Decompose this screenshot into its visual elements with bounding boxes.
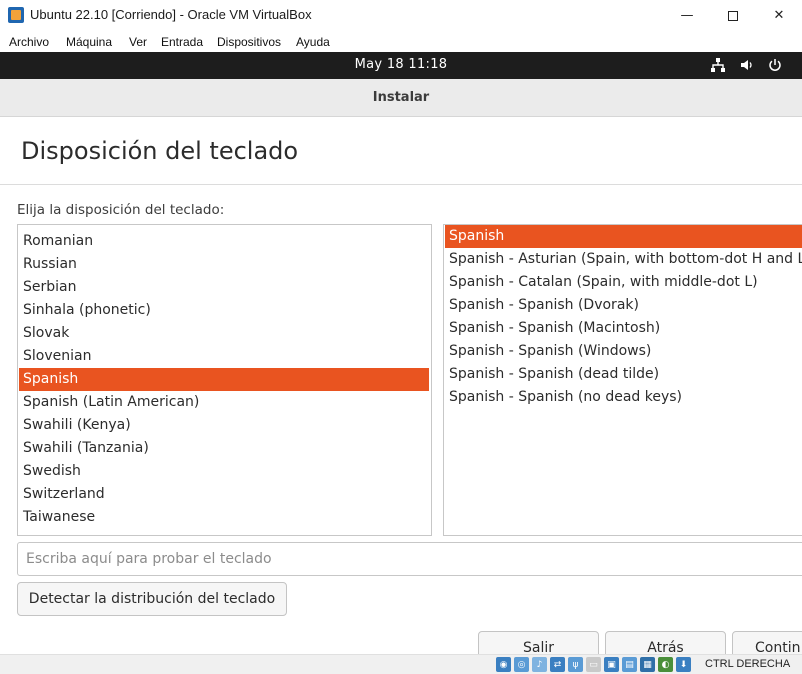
page-title: Disposición del teclado — [21, 137, 299, 165]
vt-x-icon[interactable]: ◐ — [658, 657, 673, 672]
variant-item[interactable]: Spanish - Spanish (Dvorak) — [445, 294, 802, 317]
maximize-icon — [728, 10, 738, 21]
keyboard-test-input[interactable] — [17, 542, 802, 576]
menu-bar: Archivo Máquina Ver Entrada Dispositivos… — [0, 31, 802, 52]
minimize-icon: — — [680, 8, 694, 23]
menu-archivo[interactable]: Archivo — [9, 35, 49, 49]
variant-item[interactable]: Spanish - Spanish (Macintosh) — [445, 317, 802, 340]
network-adapter-icon[interactable]: ⇄ — [550, 657, 565, 672]
close-button[interactable]: ✕ — [756, 0, 802, 31]
usb-icon[interactable]: ψ — [568, 657, 583, 672]
menu-ayuda[interactable]: Ayuda — [296, 35, 330, 49]
close-icon: ✕ — [773, 8, 785, 23]
host-key-label: CTRL DERECHA — [705, 658, 791, 670]
keyboard-variant-list[interactable]: Spanish Spanish - Asturian (Spain, with … — [443, 224, 802, 536]
volume-icon[interactable] — [739, 57, 755, 73]
layout-item[interactable]: Taiwanese — [19, 506, 429, 529]
optical-drive-icon[interactable]: ◎ — [514, 657, 529, 672]
layout-item[interactable]: Serbian — [19, 276, 429, 299]
menu-ver[interactable]: Ver — [129, 35, 147, 49]
variant-item-selected[interactable]: Spanish — [445, 225, 802, 248]
layout-item[interactable]: Russian — [19, 253, 429, 276]
layout-item[interactable]: Slovak — [19, 322, 429, 345]
variant-item[interactable]: Spanish - Spanish (Windows) — [445, 340, 802, 363]
maximize-button[interactable] — [710, 0, 756, 31]
cpu-icon[interactable]: ▦ — [640, 657, 655, 672]
menu-maquina[interactable]: Máquina — [66, 35, 112, 49]
virtualbox-status-bar: ◉ ◎ ♪ ⇄ ψ ▭ ▣ ▤ ▦ ◐ ⬇ CTRL DERECHA — [0, 654, 802, 674]
layout-item-selected[interactable]: Spanish — [19, 368, 429, 391]
ubuntu-top-bar: May 18 11:18 — [0, 52, 802, 79]
hard-disk-icon[interactable]: ◉ — [496, 657, 511, 672]
display-icon[interactable]: ▣ — [604, 657, 619, 672]
layout-item[interactable]: Spanish (Latin American) — [19, 391, 429, 414]
installer-header: Instalar — [0, 79, 802, 117]
mouse-integration-icon[interactable]: ⬇ — [676, 657, 691, 672]
layout-item[interactable]: Swedish — [19, 460, 429, 483]
menu-dispositivos[interactable]: Dispositivos — [217, 35, 281, 49]
window-titlebar: Ubuntu 22.10 [Corriendo] - Oracle VM Vir… — [0, 0, 802, 31]
window-title: Ubuntu 22.10 [Corriendo] - Oracle VM Vir… — [30, 7, 312, 22]
clock[interactable]: May 18 11:18 — [0, 57, 802, 72]
virtualbox-app-icon — [8, 7, 24, 23]
keyboard-layout-list[interactable]: Romanian Russian Serbian Sinhala (phonet… — [17, 224, 432, 536]
minimize-button[interactable]: — — [664, 0, 710, 31]
status-icons: ◉ ◎ ♪ ⇄ ψ ▭ ▣ ▤ ▦ ◐ ⬇ — [496, 657, 691, 672]
power-icon[interactable] — [767, 57, 783, 73]
layout-item[interactable]: Swahili (Tanzania) — [19, 437, 429, 460]
installer-window: Instalar Disposición del teclado Elija l… — [0, 79, 802, 665]
variant-item[interactable]: Spanish - Catalan (Spain, with middle-do… — [445, 271, 802, 294]
layout-item[interactable]: Switzerland — [19, 483, 429, 506]
recording-icon[interactable]: ▤ — [622, 657, 637, 672]
layout-item[interactable]: Slovenian — [19, 345, 429, 368]
detect-layout-button[interactable]: Detectar la distribución del teclado — [17, 582, 287, 616]
audio-icon[interactable]: ♪ — [532, 657, 547, 672]
layout-item[interactable]: Romanian — [19, 230, 429, 253]
variant-item[interactable]: Spanish - Spanish (no dead keys) — [445, 386, 802, 409]
layout-prompt-label: Elija la disposición del teclado: — [17, 202, 225, 218]
layout-item[interactable]: Sinhala (phonetic) — [19, 299, 429, 322]
menu-entrada[interactable]: Entrada — [161, 35, 203, 49]
variant-item[interactable]: Spanish - Asturian (Spain, with bottom-d… — [445, 248, 802, 271]
title-divider — [0, 184, 802, 185]
variant-item[interactable]: Spanish - Spanish (dead tilde) — [445, 363, 802, 386]
layout-item[interactable]: Swahili (Kenya) — [19, 414, 429, 437]
shared-folders-icon[interactable]: ▭ — [586, 657, 601, 672]
network-icon[interactable] — [710, 57, 726, 73]
installer-header-title: Instalar — [372, 90, 430, 105]
